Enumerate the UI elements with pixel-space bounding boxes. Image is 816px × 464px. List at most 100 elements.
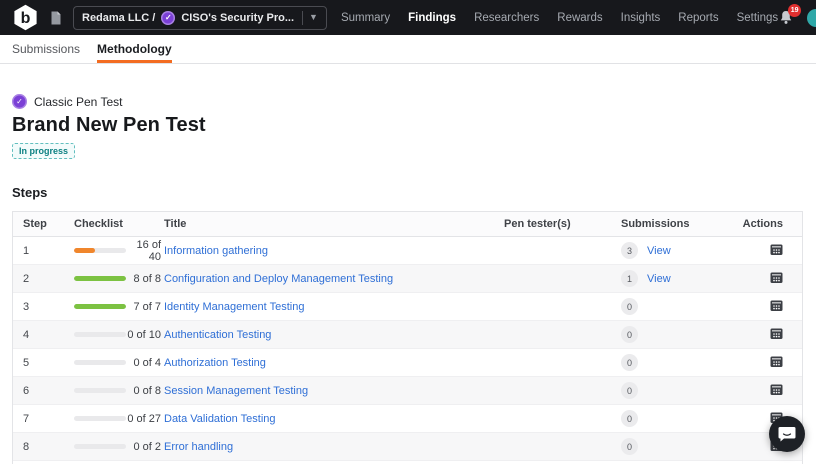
classic-pen-test-icon: ✓ [12,94,27,109]
submission-count-badge: 0 [621,326,638,343]
checklist-count: 0 of 27 [126,413,164,425]
checklist-cell: 0 of 10 [74,329,164,341]
checklist-count: 16 of 40 [126,239,164,263]
col-header-submissions: Submissions [621,218,731,230]
submissions-cell: 0 [621,382,731,399]
step-number: 4 [23,329,74,341]
actions-calendar-icon[interactable] [770,275,783,287]
tabbar: Submissions Methodology [0,35,816,64]
actions-calendar-icon[interactable] [770,331,783,343]
checklist-count: 8 of 8 [126,273,164,285]
step-number: 1 [23,245,74,257]
submissions-cell: 0 [621,410,731,427]
progress-fill [74,276,126,281]
checklist-count: 7 of 7 [126,301,164,313]
program-switcher-dropdown[interactable]: Redama LLC / ✓ CISO's Security Pro... ▼ [73,6,327,30]
checklist-progress-bar [74,444,126,449]
view-submissions-link[interactable]: View [647,273,671,285]
nav-summary[interactable]: Summary [341,12,390,24]
chat-launcher-button[interactable] [769,416,805,452]
program-name: CISO's Security Pro... [181,12,294,24]
submission-count-badge: 3 [621,242,638,259]
checklist-cell: 0 of 4 [74,357,164,369]
checklist-cell: 0 of 27 [74,413,164,425]
step-title-link[interactable]: Session Management Testing [164,385,308,397]
step-number: 8 [23,441,74,453]
progress-fill [74,248,95,253]
actions-calendar-icon[interactable] [770,303,783,315]
submission-count-badge: 0 [621,410,638,427]
user-avatar[interactable] [807,9,816,27]
table-row: 4 0 of 10 Authentication Testing 0 [13,321,802,349]
step-title-link[interactable]: Authentication Testing [164,329,271,341]
col-header-pen-testers: Pen tester(s) [504,218,621,230]
checklist-count: 0 of 4 [126,357,164,369]
step-title-link[interactable]: Data Validation Testing [164,413,276,425]
bugcrowd-logo[interactable]: b [12,4,39,31]
notification-count-badge: 19 [788,4,801,17]
col-header-title: Title [164,218,504,230]
submissions-cell: 0 [621,298,731,315]
tab-methodology[interactable]: Methodology [97,35,172,63]
step-title-link[interactable]: Configuration and Deploy Management Test… [164,273,393,285]
checklist-cell: 0 of 2 [74,441,164,453]
col-header-step: Step [23,218,74,230]
program-type: ✓ Classic Pen Test [12,94,803,109]
submission-count-badge: 0 [621,298,638,315]
actions-calendar-icon[interactable] [770,247,783,259]
step-number: 7 [23,413,74,425]
submission-count-badge: 1 [621,270,638,287]
nav-settings[interactable]: Settings [737,12,779,24]
step-title-link[interactable]: Authorization Testing [164,357,266,369]
topbar: b Redama LLC / ✓ CISO's Security Pro... … [0,0,816,35]
table-row: 8 0 of 2 Error handling 0 [13,433,802,461]
hexagon-b-icon: b [12,4,39,31]
tab-submissions[interactable]: Submissions [12,35,80,63]
document-icon[interactable] [50,11,62,25]
chat-bubble-icon [778,426,796,443]
view-submissions-link[interactable]: View [647,245,671,257]
steps-table: Step Checklist Title Pen tester(s) Submi… [12,211,803,464]
submissions-cell: 0 [621,354,731,371]
actions-calendar-icon[interactable] [770,387,783,399]
topbar-right: 19 [778,9,816,27]
table-row: 3 7 of 7 Identity Management Testing 0 [13,293,802,321]
steps-heading: Steps [12,185,803,200]
checklist-cell: 7 of 7 [74,301,164,313]
submission-count-badge: 0 [621,438,638,455]
checklist-progress-bar [74,388,126,393]
nav-insights[interactable]: Insights [621,12,661,24]
submission-count-badge: 0 [621,382,638,399]
checklist-progress-bar [74,248,126,253]
nav-rewards[interactable]: Rewards [557,12,602,24]
submissions-cell: 1 View [621,270,731,287]
checklist-progress-bar [74,332,126,337]
checklist-count: 0 of 2 [126,441,164,453]
nav-researchers[interactable]: Researchers [474,12,539,24]
step-title-link[interactable]: Information gathering [164,245,268,257]
step-title-link[interactable]: Identity Management Testing [164,301,304,313]
col-header-actions: Actions [731,218,793,230]
step-number: 5 [23,357,74,369]
notifications-bell-icon[interactable]: 19 [778,9,794,26]
table-row: 2 8 of 8 Configuration and Deploy Manage… [13,265,802,293]
dropdown-divider [302,11,303,25]
checklist-cell: 0 of 8 [74,385,164,397]
submissions-cell: 0 [621,326,731,343]
checklist-count: 0 of 10 [126,329,164,341]
nav-findings[interactable]: Findings [408,12,456,24]
step-title-link[interactable]: Error handling [164,441,233,453]
actions-calendar-icon[interactable] [770,359,783,371]
nav-reports[interactable]: Reports [678,12,718,24]
submission-count-badge: 0 [621,354,638,371]
status-badge: In progress [12,143,75,159]
submissions-cell: 3 View [621,242,731,259]
col-header-checklist: Checklist [74,218,164,230]
org-name: Redama LLC / [82,12,155,24]
step-number: 6 [23,385,74,397]
checklist-cell: 8 of 8 [74,273,164,285]
svg-text:b: b [21,10,31,27]
program-check-icon: ✓ [161,11,175,25]
checklist-cell: 16 of 40 [74,239,164,263]
checklist-progress-bar [74,304,126,309]
